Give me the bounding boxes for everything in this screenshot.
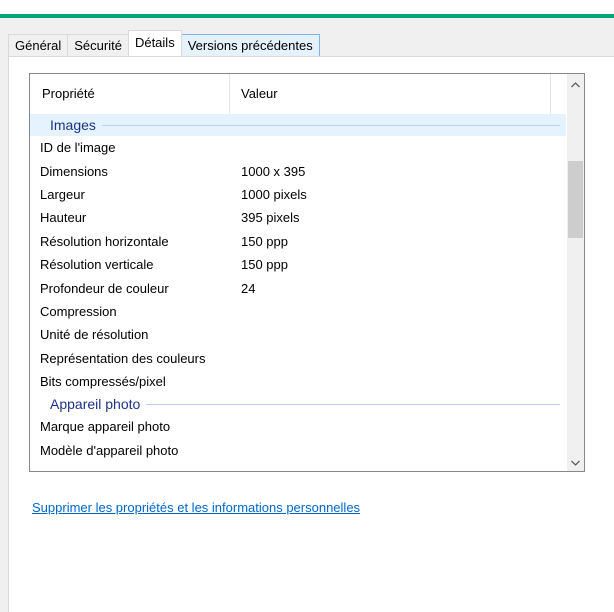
list-item[interactable]: Marque appareil photo [30, 415, 566, 438]
property-name: Profondeur de couleur [40, 280, 169, 296]
tab-security[interactable]: Sécurité [67, 34, 129, 56]
tab-general[interactable]: Général [8, 34, 69, 56]
tab-previous-versions[interactable]: Versions précédentes [180, 34, 320, 56]
property-name: Résolution verticale [40, 257, 154, 273]
property-value: 24 [241, 280, 256, 296]
property-name: Unité de résolution [40, 327, 149, 343]
property-name: Représentation des couleurs [40, 350, 206, 366]
property-name: Modèle d'appareil photo [40, 442, 179, 458]
list-item[interactable]: Représentation des couleurs [30, 347, 566, 370]
property-value: 395 pixels [241, 210, 300, 226]
property-name: Dimensions [40, 163, 108, 179]
list-item[interactable]: Unité de résolution [30, 323, 566, 346]
property-value: 1000 x 395 [241, 163, 306, 179]
list-item[interactable]: Résolution horizontale 150 ppp [30, 230, 566, 253]
list-item[interactable]: Résolution verticale 150 ppp [30, 253, 566, 276]
list-item[interactable]: Bits compressés/pixel [30, 370, 566, 393]
list-item[interactable]: Largeur 1000 pixels [30, 183, 566, 206]
accent-line [0, 14, 614, 18]
remove-properties-link[interactable]: Supprimer les propriétés et les informat… [32, 500, 360, 515]
group-header-camera[interactable]: Appareil photo [30, 393, 566, 415]
chevron-down-icon[interactable] [567, 454, 584, 471]
chevron-up-icon[interactable] [567, 76, 584, 93]
property-name: Largeur [40, 186, 85, 202]
list-header: Propriété Valeur [30, 74, 566, 115]
property-value: 1000 pixels [241, 186, 307, 202]
properties-list[interactable]: Propriété Valeur Images ID de l'image Di… [29, 73, 585, 472]
property-name: ID de l'image [40, 140, 116, 156]
group-divider [101, 124, 560, 126]
list-item[interactable]: Compression [30, 300, 566, 323]
list-item[interactable]: Modèle d'appareil photo [30, 439, 566, 462]
tab-strip: Général Sécurité Détails Versions précéd… [8, 30, 320, 56]
list-item[interactable]: Hauteur 395 pixels [30, 206, 566, 229]
property-value: 150 ppp [241, 257, 288, 273]
list-rows: Images ID de l'image Dimensions 1000 x 39… [30, 114, 566, 462]
column-header-property[interactable]: Propriété [30, 74, 230, 114]
tab-details[interactable]: Détails [127, 30, 182, 56]
property-name: Marque appareil photo [40, 419, 171, 435]
vertical-scrollbar[interactable] [567, 74, 584, 471]
group-title: Images [50, 117, 96, 133]
group-header-images[interactable]: Images [30, 114, 566, 136]
list-item[interactable]: Profondeur de couleur 24 [30, 276, 566, 299]
property-name: Résolution horizontale [40, 233, 169, 249]
property-value: 150 ppp [241, 233, 288, 249]
property-name: Hauteur [40, 210, 87, 226]
list-item[interactable]: ID de l'image [30, 136, 566, 159]
column-header-value[interactable]: Valeur [230, 74, 551, 114]
list-item[interactable]: Dimensions 1000 x 395 [30, 159, 566, 182]
property-name: Compression [40, 303, 117, 319]
group-divider [146, 403, 560, 405]
group-title: Appareil photo [50, 396, 141, 413]
scrollbar-thumb[interactable] [568, 161, 583, 238]
property-name: Bits compressés/pixel [40, 374, 166, 390]
